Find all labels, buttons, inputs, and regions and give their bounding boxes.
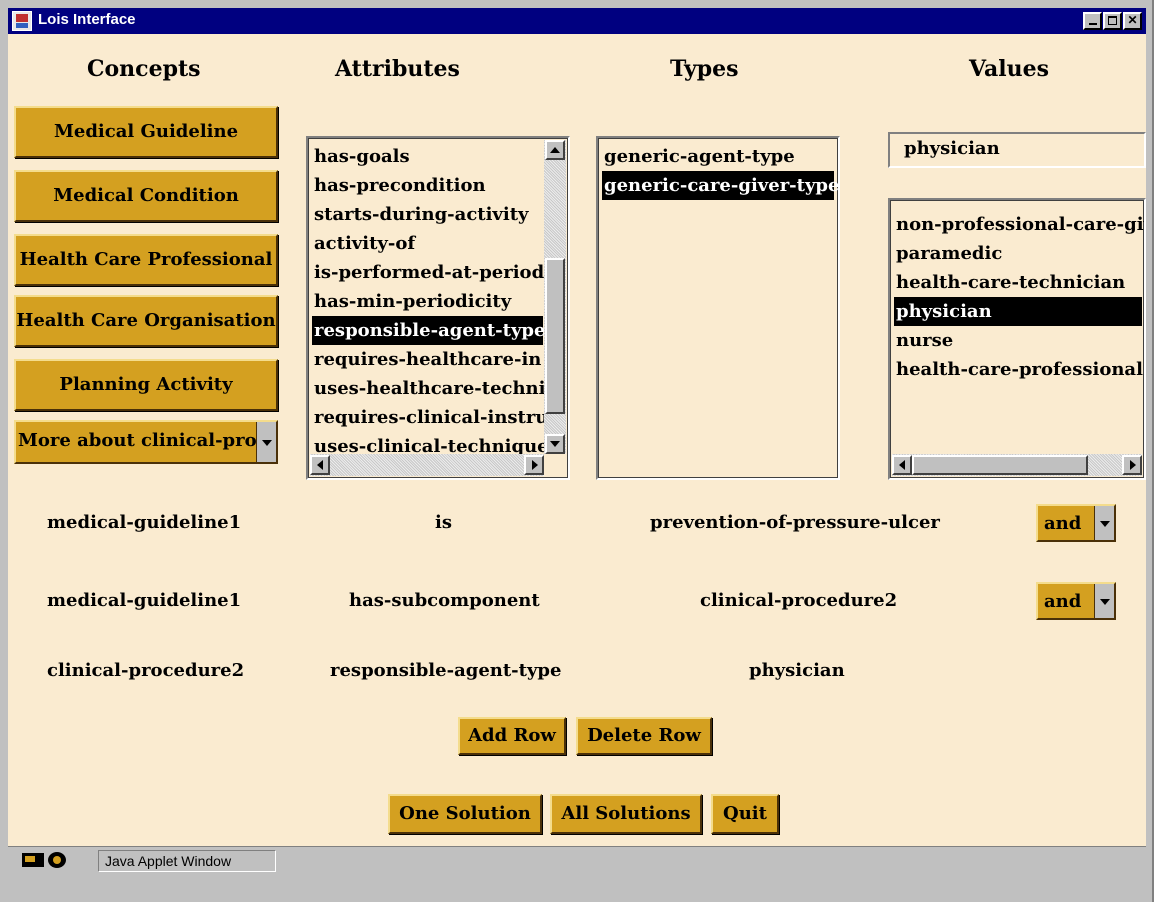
one-solution-button[interactable]: One Solution: [388, 794, 542, 834]
attribute-item[interactable]: starts-during-activity: [312, 200, 529, 229]
attribute-item[interactable]: requires-healthcare-in: [312, 345, 541, 374]
row3-value: physician: [749, 660, 845, 681]
window-title: Lois Interface: [38, 11, 136, 28]
security-icon: [48, 852, 66, 868]
attribute-item[interactable]: has-goals: [312, 142, 410, 171]
concept-button-medical-condition[interactable]: Medical Condition: [14, 170, 278, 222]
status-text: Java Applet Window: [98, 850, 276, 872]
more-about-dropdown[interactable]: More about clinical-pro: [14, 420, 278, 464]
delete-row-button[interactable]: Delete Row: [576, 717, 712, 755]
values-header: Values: [969, 56, 1050, 82]
attribute-item[interactable]: uses-healthcare-techni: [312, 374, 546, 403]
applet-warning-icons: [22, 851, 92, 869]
value-item[interactable]: non-professional-care-giv: [894, 210, 1144, 239]
type-item-selected[interactable]: generic-care-giver-type: [602, 171, 838, 200]
attribute-item[interactable]: has-min-periodicity: [312, 287, 511, 316]
attributes-list[interactable]: has-goals has-precondition starts-during…: [306, 136, 570, 480]
row2-connector-label: and: [1044, 591, 1082, 612]
attributes-vertical-scrollbar[interactable]: [544, 140, 566, 454]
attribute-item-selected[interactable]: responsible-agent-type: [312, 316, 545, 345]
concepts-header: Concepts: [87, 56, 201, 82]
scroll-thumb[interactable]: [912, 455, 1088, 475]
value-item[interactable]: health-care-technician: [894, 268, 1125, 297]
close-button[interactable]: ✕: [1123, 12, 1142, 30]
row1-connector-label: and: [1044, 513, 1082, 534]
status-bar: Java Applet Window: [8, 846, 1146, 872]
concept-button-health-care-professional[interactable]: Health Care Professional: [14, 234, 278, 286]
row3-attribute: responsible-agent-type: [330, 660, 562, 681]
quit-button[interactable]: Quit: [711, 794, 779, 834]
attribute-item[interactable]: has-precondition: [312, 171, 486, 200]
maximize-icon: [1108, 16, 1117, 25]
row1-connector-dropdown[interactable]: and: [1036, 504, 1116, 542]
more-about-label: More about clinical-pro: [18, 430, 257, 451]
type-item[interactable]: generic-agent-type: [602, 142, 795, 171]
value-item[interactable]: nurse: [894, 326, 953, 355]
chevron-down-icon[interactable]: [256, 422, 276, 462]
attribute-item[interactable]: requires-clinical-instru: [312, 403, 548, 432]
value-item[interactable]: health-care-professional: [894, 355, 1143, 384]
scroll-right-icon[interactable]: [524, 455, 544, 475]
row2-connector-dropdown[interactable]: and: [1036, 582, 1116, 620]
title-bar[interactable]: Lois Interface ✕: [8, 8, 1146, 34]
value-item-selected[interactable]: physician: [894, 297, 1142, 326]
minimize-icon: [1088, 23, 1097, 25]
all-solutions-button[interactable]: All Solutions: [550, 794, 702, 834]
attributes-header: Attributes: [335, 56, 460, 82]
row1-attribute: is: [435, 512, 452, 533]
scroll-left-icon[interactable]: [892, 455, 912, 475]
values-list[interactable]: non-professional-care-giv paramedic heal…: [888, 198, 1146, 480]
concept-button-planning-activity[interactable]: Planning Activity: [14, 359, 278, 411]
row2-value: clinical-procedure2: [700, 590, 898, 611]
chevron-down-icon[interactable]: [1094, 584, 1114, 618]
app-window: Lois Interface ✕ Concepts Attributes Typ…: [0, 0, 1154, 902]
types-header: Types: [670, 56, 739, 82]
value-item[interactable]: paramedic: [894, 239, 1002, 268]
row3-concept: clinical-procedure2: [47, 660, 245, 681]
value-input[interactable]: physician: [888, 132, 1146, 168]
values-horizontal-scrollbar[interactable]: [892, 454, 1142, 476]
maximize-button[interactable]: [1103, 12, 1122, 30]
attribute-item[interactable]: activity-of: [312, 229, 415, 258]
attribute-item[interactable]: is-performed-at-period: [312, 258, 544, 287]
concept-button-medical-guideline[interactable]: Medical Guideline: [14, 106, 278, 158]
scroll-up-icon[interactable]: [545, 140, 565, 160]
row2-attribute: has-subcomponent: [349, 590, 540, 611]
java-app-icon: [12, 11, 32, 31]
row2-concept: medical-guideline1: [47, 590, 242, 611]
scroll-right-icon[interactable]: [1122, 455, 1142, 475]
attributes-horizontal-scrollbar[interactable]: [310, 454, 544, 476]
scroll-left-icon[interactable]: [310, 455, 330, 475]
row1-value: prevention-of-pressure-ulcer: [650, 512, 940, 533]
main-panel: Concepts Attributes Types Values Medical…: [8, 34, 1146, 846]
types-list[interactable]: generic-agent-type generic-care-giver-ty…: [596, 136, 840, 480]
concept-button-health-care-organisation[interactable]: Health Care Organisation: [14, 295, 278, 347]
scroll-thumb[interactable]: [545, 258, 565, 414]
scroll-down-icon[interactable]: [545, 434, 565, 454]
close-icon: ✕: [1127, 13, 1138, 27]
chevron-down-icon[interactable]: [1094, 506, 1114, 540]
add-row-button[interactable]: Add Row: [458, 717, 566, 755]
row1-concept: medical-guideline1: [47, 512, 242, 533]
minimize-button[interactable]: [1083, 12, 1102, 30]
applet-icon: [22, 853, 44, 867]
